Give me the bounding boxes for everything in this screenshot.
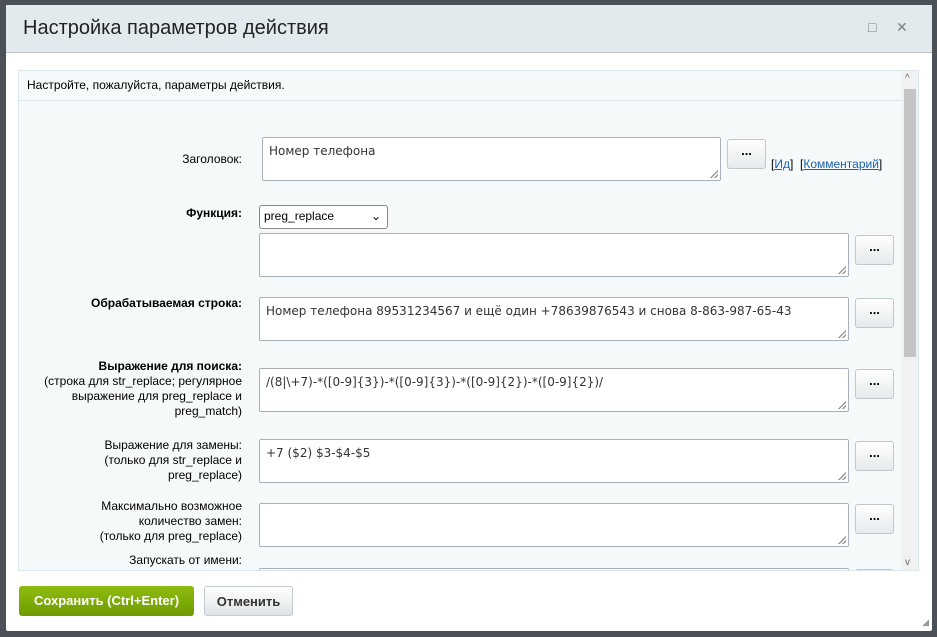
runas-label: Запускать от имени:: [129, 553, 242, 567]
string-dots-button[interactable]: ...: [855, 298, 894, 328]
replace-input[interactable]: +7 ($2) $3-$4-$5: [259, 439, 849, 483]
max-input[interactable]: [259, 503, 849, 547]
function-label: Функция:: [186, 206, 242, 220]
function-dots-button[interactable]: ...: [855, 235, 894, 265]
scroll-up-icon[interactable]: ^: [905, 73, 910, 84]
string-label: Обрабатываемая строка:: [91, 296, 242, 310]
resize-grip-icon[interactable]: ◢: [922, 617, 929, 628]
runas-input[interactable]: [259, 568, 849, 570]
close-icon[interactable]: ✕: [896, 19, 908, 36]
max-label: Максимально возможное количество замен:: [101, 499, 242, 528]
save-button[interactable]: Сохранить (Ctrl+Enter): [19, 586, 194, 616]
scrollbar-thumb[interactable]: [904, 89, 916, 357]
title-dots-button[interactable]: ...: [727, 139, 766, 169]
title-links: [Ид] [Комментарий]: [771, 157, 883, 171]
function-selected: preg_replace: [264, 209, 335, 223]
comment-link[interactable]: Комментарий: [803, 157, 879, 171]
form-panel: Настройте, пожалуйста, параметры действи…: [18, 70, 919, 571]
function-input[interactable]: [259, 233, 849, 277]
title-input[interactable]: Номер телефона: [262, 137, 721, 181]
id-link[interactable]: Ид: [774, 157, 790, 171]
max-dots-button[interactable]: ...: [855, 504, 894, 534]
search-label-block: Выражение для поиска: (строка для str_rep…: [19, 359, 242, 419]
cancel-button[interactable]: Отменить: [204, 586, 293, 616]
replace-label-block: Выражение для замены: (только для str_rep…: [102, 438, 242, 483]
maximize-icon[interactable]: □: [868, 19, 876, 35]
title-label: Заголовок:: [182, 152, 242, 166]
search-input[interactable]: /(8|\+7)-*([0-9]{3})-*([0-9]{3})-*([0-9]…: [259, 368, 849, 412]
max-label-block: Максимально возможное количество замен:(…: [82, 499, 242, 544]
search-hint: (строка для str_replace; регулярное выра…: [44, 374, 242, 418]
dialog-title: Настройка параметров действия: [23, 17, 329, 39]
runas-dots-button[interactable]: ...: [855, 569, 894, 570]
scroll-down-icon[interactable]: v: [905, 557, 910, 568]
scrollbar[interactable]: ^ v: [902, 71, 918, 570]
string-input[interactable]: Номер телефона 89531234567 и ещё один +7…: [259, 297, 849, 341]
search-label: Выражение для поиска:: [98, 359, 242, 373]
replace-hint: (только для str_replace и preg_replace): [104, 453, 242, 482]
max-hint: (только для preg_replace): [99, 529, 242, 543]
dialog-header: Настройка параметров действия □ ✕: [6, 5, 932, 53]
dialog: Настройка параметров действия □ ✕ Настро…: [6, 5, 932, 631]
info-text: Настройте, пожалуйста, параметры действи…: [19, 71, 903, 101]
replace-dots-button[interactable]: ...: [855, 441, 894, 471]
replace-label: Выражение для замены:: [104, 438, 242, 452]
chevron-down-icon: ⌄: [370, 209, 381, 223]
search-dots-button[interactable]: ...: [855, 369, 894, 399]
function-select[interactable]: preg_replace ⌄: [259, 205, 388, 229]
